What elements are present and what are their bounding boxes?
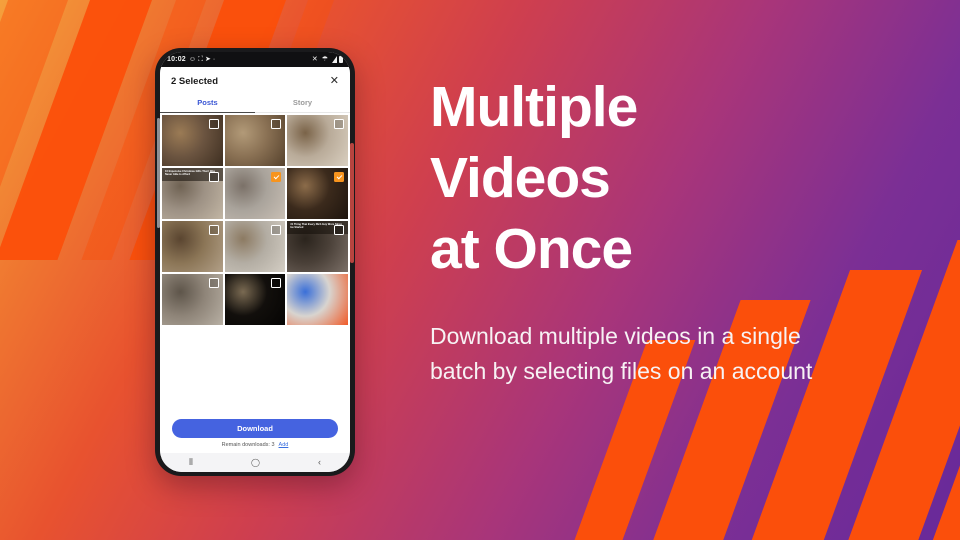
image-icon: ⛶: [198, 56, 203, 63]
mute-icon: ✕: [311, 56, 318, 63]
headline: Multiple Videos at Once: [430, 72, 830, 285]
app-header: 2 Selected ✕: [160, 67, 350, 94]
tab-posts[interactable]: Posts: [160, 94, 255, 113]
wifi-icon: ☂: [321, 56, 328, 63]
checkbox-checked[interactable]: [271, 171, 282, 182]
media-thumbnail[interactable]: 10 Expensive Christmas Gifts That I Was …: [162, 167, 223, 219]
close-icon[interactable]: ✕: [330, 76, 339, 87]
media-thumbnail[interactable]: [162, 115, 223, 166]
checkbox-unchecked[interactable]: [208, 171, 219, 182]
home-icon[interactable]: ◯: [251, 458, 260, 467]
media-thumbnail[interactable]: [224, 273, 286, 325]
checkbox-unchecked[interactable]: [334, 224, 344, 235]
checkbox-unchecked[interactable]: [271, 224, 282, 235]
marketing-copy: Multiple Videos at Once Download multipl…: [430, 72, 830, 388]
remaining-downloads: Remain downloads: 3 Add: [172, 442, 338, 448]
media-thumbnail[interactable]: #1 Thing That Every Rich Guy Wore Since …: [287, 220, 348, 272]
media-thumbnail[interactable]: [162, 273, 223, 325]
headline-line-3: at Once: [430, 217, 633, 281]
download-button[interactable]: Download: [172, 419, 338, 438]
headline-line-2: Videos: [430, 146, 611, 210]
headline-line-1: Multiple: [430, 75, 638, 139]
media-thumbnail[interactable]: [287, 115, 348, 166]
status-bar-right-icons: ✕ ☂: [312, 56, 343, 63]
status-bar-time: 10:02: [167, 56, 186, 63]
phone-screen: 10:02 ☺ ⛶ ➤ · ✕ ☂ 2 Selected ✕ Posts Sto…: [160, 52, 350, 472]
tab-bar: Posts Story: [160, 94, 350, 113]
subtext: Download multiple videos in a single bat…: [430, 323, 813, 384]
checkbox-unchecked[interactable]: [271, 119, 282, 129]
checkbox-unchecked[interactable]: [208, 224, 219, 235]
media-thumbnail[interactable]: [224, 167, 286, 219]
checkbox-unchecked[interactable]: [208, 277, 219, 288]
status-bar: 10:02 ☺ ⛶ ➤ · ✕ ☂: [160, 52, 350, 67]
media-thumbnail[interactable]: [224, 115, 286, 166]
dot-icon: ·: [212, 56, 216, 63]
media-thumbnail[interactable]: [287, 273, 348, 325]
remaining-downloads-label: Remain downloads: 3: [221, 442, 275, 448]
phone-power-button: [350, 143, 354, 263]
android-nav-bar: ⦀ ◯ ‹: [160, 453, 350, 472]
recents-icon[interactable]: ⦀: [189, 458, 193, 467]
checkbox-unchecked[interactable]: [271, 277, 282, 288]
phone-mockup: 10:02 ☺ ⛶ ➤ · ✕ ☂ 2 Selected ✕ Posts Sto…: [155, 48, 355, 476]
checkbox-checked[interactable]: [334, 171, 344, 182]
signal-icon: [332, 56, 337, 63]
smiley-icon: ☺: [188, 56, 197, 63]
media-thumbnail[interactable]: [287, 167, 348, 219]
add-link[interactable]: Add: [279, 442, 289, 448]
tab-story[interactable]: Story: [255, 94, 350, 112]
page-title: 2 Selected: [171, 76, 218, 87]
download-footer: Download Remain downloads: 3 Add: [160, 414, 350, 453]
thumbnail-image: [287, 273, 348, 325]
media-grid: 10 Expensive Christmas Gifts That I Was …: [160, 113, 350, 414]
checkbox-unchecked[interactable]: [208, 119, 219, 129]
media-thumbnail[interactable]: [224, 220, 286, 272]
battery-icon: [339, 56, 343, 63]
checkbox-unchecked[interactable]: [334, 119, 344, 129]
back-icon[interactable]: ‹: [318, 458, 321, 467]
media-thumbnail[interactable]: [162, 220, 223, 272]
twitter-icon: ➤: [204, 56, 211, 63]
